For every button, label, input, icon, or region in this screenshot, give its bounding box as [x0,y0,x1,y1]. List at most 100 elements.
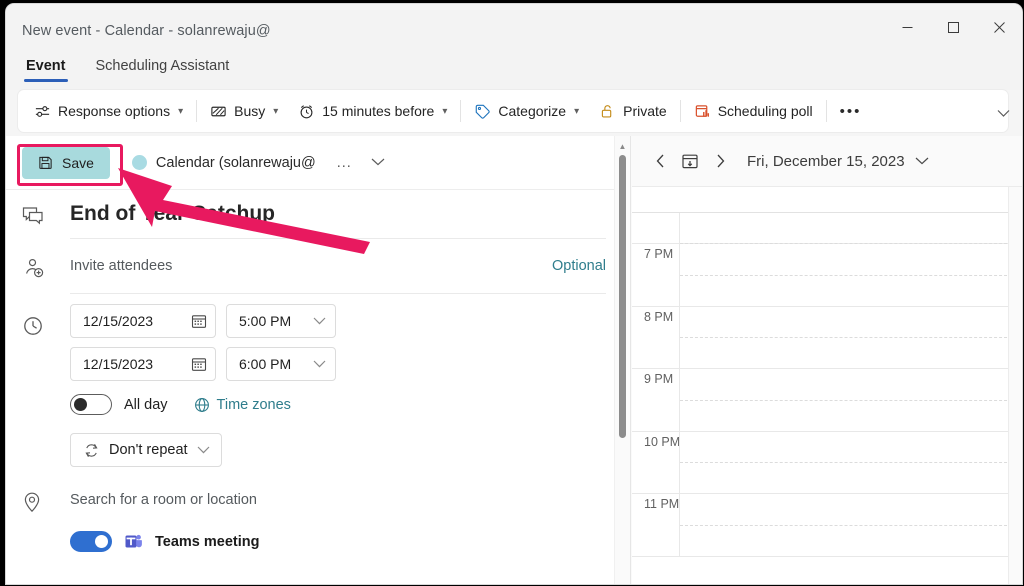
calendar-hour-row[interactable]: 7 PM [632,244,1022,307]
tab-scheduling-assistant[interactable]: Scheduling Assistant [94,56,232,84]
chevron-down-icon [997,109,1010,118]
today-button[interactable] [679,150,701,172]
teams-meeting-toggle[interactable] [70,531,112,552]
maximize-icon [948,22,959,33]
reminder-button[interactable]: 15 minutes before ▾ [288,95,457,127]
calendar-preview-header: Fri, December 15, 2023 [631,136,1022,186]
busy-status-button[interactable]: Busy ▾ [200,95,288,127]
screenshot-root: New event - Calendar - solanrewaju@ [0,0,1024,586]
window-title: New event - Calendar - solanrewaju@ [22,23,271,39]
calendar-hour-cell[interactable] [680,369,1022,431]
attendees-icon-slot [22,254,70,278]
calendar-picker-icon[interactable] [191,313,207,329]
form-scrollbar-thumb[interactable] [619,155,626,438]
floppy-disk-icon [38,155,53,170]
event-title-content: End of Year Catchup [70,202,630,225]
optional-attendees-link[interactable]: Optional [552,258,606,274]
location-row: Search for a room or location [6,475,630,525]
calendar-date-selector[interactable]: Fri, December 15, 2023 [747,153,929,170]
window-controls [884,4,1022,50]
busy-status-icon [210,103,227,120]
calendar-picker-icon[interactable] [191,356,207,372]
start-time-value: 5:00 PM [239,313,291,329]
start-date-value: 12/15/2023 [83,313,153,329]
calendar-hour-row[interactable]: 8 PM [632,307,1022,370]
location-icon-slot [22,487,70,513]
all-day-toggle[interactable] [70,394,112,415]
overflow-icon: ••• [840,103,862,120]
chevron-down-icon [313,317,326,325]
calendar-account-selector[interactable]: Calendar (solanrewaju@ ... [132,155,385,171]
tab-event[interactable]: Event [24,56,68,84]
save-button[interactable]: Save [22,147,110,179]
hour-label-6pm: 6 PM [644,213,679,216]
hour-label-10pm: 10 PM [632,432,680,494]
padlock-icon [599,103,616,120]
scheduling-poll-button[interactable]: Scheduling poll [684,95,823,127]
save-label: Save [62,155,94,171]
end-time-value: 6:00 PM [239,356,291,372]
calendar-right-edge [1008,187,1022,584]
calendar-hour-cell[interactable] [680,307,1022,369]
invite-attendees-input[interactable]: Invite attendees [70,258,172,274]
busy-status-label: Busy [234,103,265,119]
ribbon-separator [680,100,681,122]
calendar-hour-row[interactable]: 9 PM [632,369,1022,432]
end-date-input[interactable]: 12/15/2023 [70,347,216,381]
private-button[interactable]: Private [589,95,677,127]
minimize-icon [902,22,913,33]
event-title-row: End of Year Catchup [6,190,630,238]
calendar-grid-wrapper: 6 PM 7 PM 8 PM 9 [632,186,1022,584]
response-options-button[interactable]: Response options ▾ [24,95,193,127]
form-scrollbar[interactable]: ▲ [614,136,630,584]
all-day-events-strip[interactable] [632,187,1022,213]
calendar-hour-row[interactable]: 10 PM [632,432,1022,495]
teams-meeting-label: Teams meeting [155,534,260,550]
chevron-right-icon [716,154,725,168]
add-people-icon [22,258,44,278]
time-zones-button[interactable]: Time zones [194,397,291,413]
teams-meeting-row: Teams meeting [6,531,630,552]
next-day-button[interactable] [709,150,731,172]
location-content: Search for a room or location [70,491,630,509]
hour-label-8pm: 8 PM [632,307,680,369]
hour-label-7pm: 7 PM [632,244,680,306]
more-options-button[interactable]: ••• [830,95,872,127]
chevron-down-icon[interactable] [371,157,385,169]
ribbon-expand-button[interactable] [992,102,1014,124]
event-title-input[interactable]: End of Year Catchup [70,202,606,225]
scheduling-poll-label: Scheduling poll [718,103,813,119]
all-day-toggle-knob [74,398,87,411]
calendar-hour-cell[interactable] [680,213,1022,243]
location-input[interactable]: Search for a room or location [70,492,257,508]
maximize-button[interactable] [930,4,976,50]
chevron-left-icon [656,154,665,168]
calendar-hour-cell[interactable] [680,244,1022,306]
calendar-hour-cell[interactable] [680,494,1022,556]
previous-day-button[interactable] [649,150,671,172]
calendar-date-label: Fri, December 15, 2023 [747,153,905,170]
repeat-select[interactable]: Don't repeat [70,433,222,467]
private-label: Private [623,103,667,119]
end-date-value: 12/15/2023 [83,356,153,372]
start-date-input[interactable]: 12/15/2023 [70,304,216,338]
calendar-hour-row[interactable]: 11 PM [632,494,1022,557]
response-options-label: Response options [58,103,170,119]
calendar-hour-row[interactable]: 6 PM [632,213,1022,244]
end-datetime-line: 12/15/2023 [70,347,606,381]
globe-icon [194,397,210,413]
ribbon-toolbar: Response options ▾ Busy ▾ [18,90,1008,132]
scheduling-poll-icon [694,103,711,120]
chevron-down-icon [313,360,326,368]
minimize-button[interactable] [884,4,930,50]
close-button[interactable] [976,4,1022,50]
chat-bubbles-icon [22,206,44,226]
attendees-row: Invite attendees Optional [6,239,630,293]
scroll-up-arrow-icon[interactable]: ▲ [615,142,630,151]
today-calendar-icon [681,152,699,170]
calendar-hour-cell[interactable] [680,432,1022,494]
end-time-select[interactable]: 6:00 PM [226,347,336,381]
start-time-select[interactable]: 5:00 PM [226,304,336,338]
categorize-button[interactable]: Categorize ▾ [464,95,589,127]
hour-label-9pm: 9 PM [632,369,680,431]
